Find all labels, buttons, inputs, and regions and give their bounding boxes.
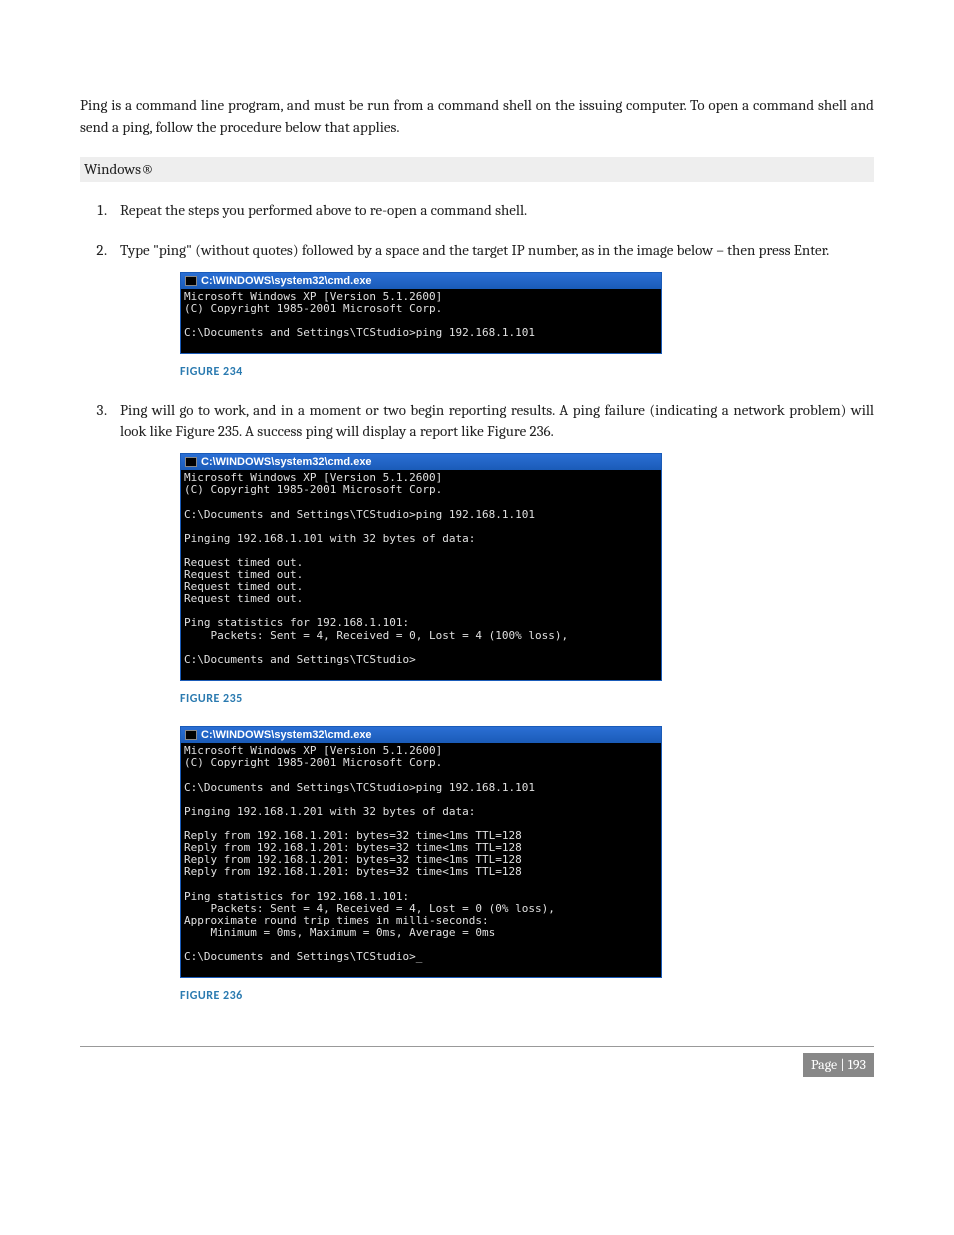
cmd-titlebar-235: C:\WINDOWS\system32\cmd.exe — [181, 454, 661, 470]
figure-236-block: C:\WINDOWS\system32\cmd.exe Microsoft Wi… — [180, 726, 874, 1005]
figure-236-caption: FIGURE 236 — [180, 988, 874, 1005]
cmd-window-236: C:\WINDOWS\system32\cmd.exe Microsoft Wi… — [180, 726, 662, 978]
figure-234-caption: FIGURE 234 — [180, 364, 874, 381]
step-1: Repeat the steps you performed above to … — [110, 200, 874, 222]
cmd-window-235: C:\WINDOWS\system32\cmd.exe Microsoft Wi… — [180, 453, 662, 681]
step-2-text: Type "ping" (without quotes) followed by… — [120, 241, 829, 259]
cmd-titlebar-234: C:\WINDOWS\system32\cmd.exe — [181, 273, 661, 289]
figure-234-block: C:\WINDOWS\system32\cmd.exe Microsoft Wi… — [180, 272, 874, 382]
cmd-title-text-235: C:\WINDOWS\system32\cmd.exe — [201, 456, 372, 468]
cmd-icon — [185, 730, 197, 740]
step-3: Ping will go to work, and in a moment or… — [110, 400, 874, 1006]
cmd-body-234: Microsoft Windows XP [Version 5.1.2600] … — [181, 289, 661, 353]
step-1-text: Repeat the steps you performed above to … — [120, 201, 527, 219]
cmd-body-235: Microsoft Windows XP [Version 5.1.2600] … — [181, 470, 661, 680]
step-2: Type "ping" (without quotes) followed by… — [110, 240, 874, 382]
page-footer: Page | 193 — [80, 1046, 874, 1077]
cmd-title-text-236: C:\WINDOWS\system32\cmd.exe — [201, 729, 372, 741]
cmd-body-236: Microsoft Windows XP [Version 5.1.2600] … — [181, 743, 661, 977]
cmd-window-234: C:\WINDOWS\system32\cmd.exe Microsoft Wi… — [180, 272, 662, 355]
step-3-text: Ping will go to work, and in a moment or… — [120, 401, 874, 441]
steps-list: Repeat the steps you performed above to … — [110, 200, 874, 1005]
cmd-title-text-234: C:\WINDOWS\system32\cmd.exe — [201, 275, 372, 287]
heading-windows: Windows® — [80, 157, 874, 183]
figure-235-caption: FIGURE 235 — [180, 691, 874, 708]
cmd-titlebar-236: C:\WINDOWS\system32\cmd.exe — [181, 727, 661, 743]
cmd-icon — [185, 276, 197, 286]
intro-paragraph: Ping is a command line program, and must… — [80, 95, 874, 139]
page-number-badge: Page | 193 — [803, 1053, 874, 1077]
cmd-icon — [185, 457, 197, 467]
figure-235-block: C:\WINDOWS\system32\cmd.exe Microsoft Wi… — [180, 453, 874, 708]
